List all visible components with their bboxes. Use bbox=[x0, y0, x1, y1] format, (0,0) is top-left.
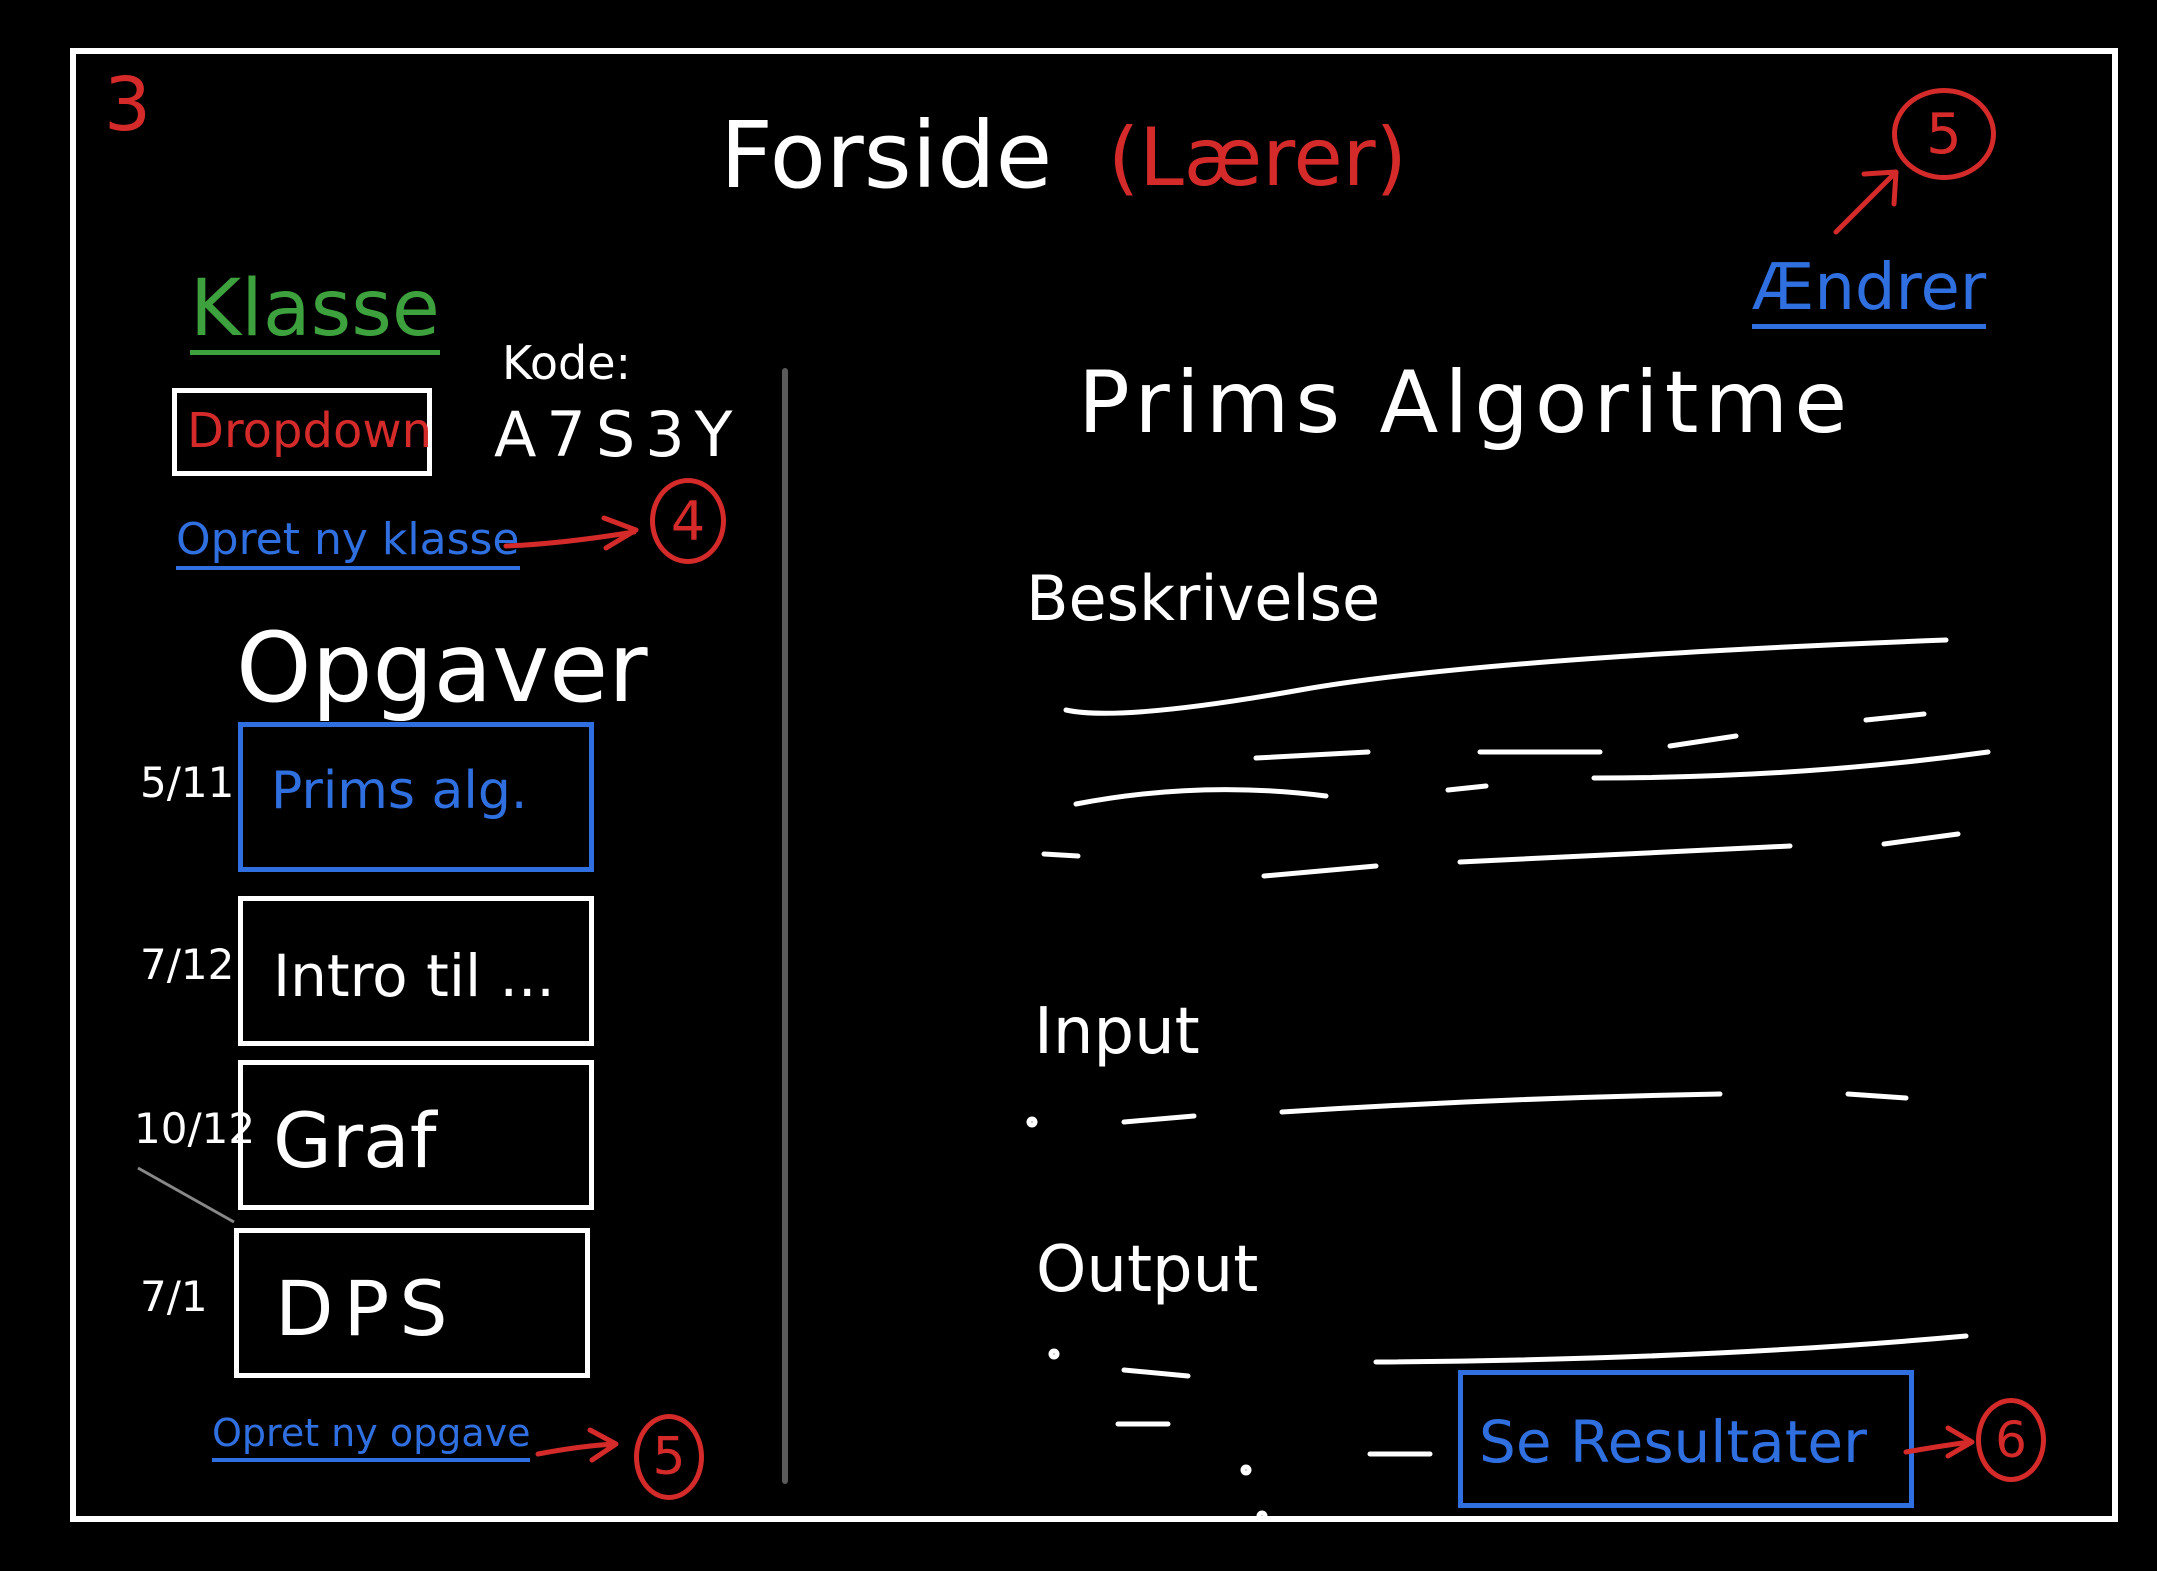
date-strike bbox=[137, 1166, 235, 1224]
placeholder-text-line bbox=[1457, 843, 1793, 865]
arrow-to-new-task bbox=[535, 1427, 619, 1463]
placeholder-text-line bbox=[1373, 1333, 1969, 1365]
scribble-dot bbox=[1256, 1510, 1268, 1522]
placeholder-text-line bbox=[1445, 783, 1489, 793]
placeholder-text-line bbox=[1591, 749, 1991, 781]
placeholder-text-line bbox=[1121, 1367, 1191, 1379]
placeholder-text-line bbox=[1121, 1113, 1197, 1125]
arrow-to-edit bbox=[1833, 169, 1899, 235]
placeholder-text-line bbox=[1863, 711, 1927, 723]
placeholder-text-line bbox=[1279, 1091, 1723, 1115]
arrow-to-new-class bbox=[503, 515, 639, 551]
scribble-dot bbox=[1026, 1116, 1038, 1128]
placeholder-text-line bbox=[1063, 637, 1949, 716]
placeholder-text-line bbox=[1073, 787, 1329, 807]
placeholder-text-line bbox=[1881, 831, 1961, 847]
placeholder-text-line bbox=[1845, 1091, 1909, 1101]
scribble-dot bbox=[1240, 1464, 1252, 1476]
scribble-dot bbox=[1048, 1348, 1060, 1360]
placeholder-text-line bbox=[1261, 863, 1379, 879]
placeholder-text-line bbox=[1041, 851, 1081, 859]
sketch-strokes bbox=[137, 169, 1991, 1522]
arrow-to-results bbox=[1903, 1425, 1975, 1459]
placeholder-text-line bbox=[1667, 733, 1739, 749]
placeholder-text-line bbox=[1253, 749, 1371, 761]
